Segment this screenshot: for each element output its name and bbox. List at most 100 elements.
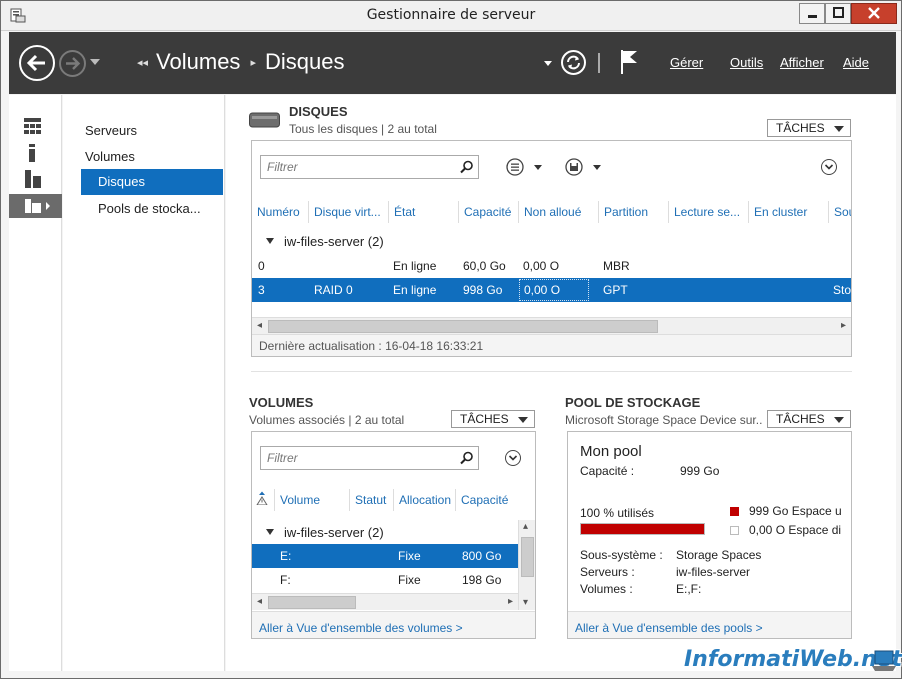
column-header[interactable]: Disque virt...	[308, 201, 388, 223]
scroll-left-icon[interactable]: ◂	[257, 320, 262, 331]
volumes-vertical-scrollbar[interactable]: ▴ ▾	[518, 520, 535, 610]
back-button[interactable]	[19, 45, 55, 81]
volumes-filter-input[interactable]: Filtrer	[260, 446, 479, 470]
disks-list-options-button[interactable]	[506, 158, 548, 176]
scroll-left-icon[interactable]: ◂	[257, 596, 262, 607]
save-icon	[565, 158, 601, 176]
file-storage-icon	[25, 199, 50, 213]
arrow-left-icon	[26, 54, 45, 72]
menu-help[interactable]: Aide	[843, 55, 869, 70]
cell-state: En ligne	[393, 259, 437, 273]
disks-horizontal-scrollbar[interactable]: ◂ ▸	[252, 317, 851, 334]
legend-used-text: 999 Go Espace u	[749, 504, 842, 518]
cell-virtual-disk: RAID 0	[314, 283, 353, 297]
maximize-button[interactable]	[825, 3, 851, 24]
column-header[interactable]: Sou	[828, 201, 851, 223]
scrollbar-thumb[interactable]	[521, 537, 534, 577]
menu-tools[interactable]: Outils	[730, 55, 763, 70]
scroll-right-icon[interactable]: ▸	[841, 320, 846, 331]
volumes-overview-link[interactable]: Aller à Vue d'ensemble des volumes >	[259, 621, 463, 635]
rail-dashboard[interactable]	[9, 115, 62, 139]
cell-capacity: 198 Go	[462, 573, 502, 587]
cell-number: 0	[258, 259, 265, 273]
cell-unallocated: 0,00 O	[519, 279, 589, 301]
volumes-expand-button[interactable]	[505, 450, 521, 466]
scroll-up-icon[interactable]: ▴	[523, 521, 528, 532]
scroll-right-icon[interactable]: ▸	[508, 596, 513, 607]
pool-tasks-button[interactable]: TÂCHES	[767, 410, 851, 428]
column-header[interactable]: Capacité	[455, 489, 517, 511]
minimize-icon	[808, 15, 817, 18]
table-row[interactable]: F: Fixe 198 Go	[252, 568, 518, 592]
legend-used-swatch	[730, 507, 739, 516]
volumes-section-subtitle: Volumes associés | 2 au total	[249, 413, 405, 427]
chevron-down-icon	[508, 455, 518, 461]
pool-usage-text: 100 % utilisés	[580, 506, 655, 520]
column-header[interactable]: Statut	[349, 489, 393, 511]
collapse-triangle-icon	[266, 529, 274, 535]
rail-all-servers[interactable]	[9, 167, 62, 191]
menu-manage[interactable]: Gérer	[670, 55, 703, 70]
column-header[interactable]: Lecture se...	[668, 201, 748, 223]
menu-view[interactable]: Afficher	[780, 55, 824, 70]
close-button[interactable]	[851, 3, 897, 24]
disks-group-header[interactable]: iw-files-server (2)	[266, 234, 384, 249]
volumes-tasks-button[interactable]: TÂCHES	[451, 410, 535, 428]
dropdown-arrow-icon	[518, 417, 528, 423]
warning-sort-icon	[256, 491, 268, 505]
disks-tasks-button[interactable]: TÂCHES	[767, 119, 851, 137]
breadcrumb-disques: Disques	[264, 49, 345, 74]
collapse-triangle-icon	[266, 238, 274, 244]
cell-capacity: 998 Go	[463, 283, 503, 297]
history-dropdown-icon[interactable]	[90, 59, 100, 65]
forward-button[interactable]	[59, 50, 86, 77]
warning-column-header[interactable]	[252, 489, 274, 511]
pools-overview-link[interactable]: Aller à Vue d'ensemble des pools >	[575, 621, 763, 635]
servers-icon	[25, 170, 41, 188]
header-divider	[598, 53, 600, 73]
rail-file-storage-services[interactable]	[9, 194, 62, 218]
cell-state: En ligne	[393, 283, 437, 297]
disks-filter-input[interactable]: Filtrer	[260, 155, 479, 179]
volumes-section-title: VOLUMES	[249, 395, 314, 410]
refresh-button[interactable]	[561, 50, 586, 75]
pool-section-title: POOL DE STOCKAGE	[565, 395, 701, 410]
column-header[interactable]: Volume	[274, 489, 349, 511]
dashboard-grid-icon	[24, 118, 41, 134]
cell-capacity: 60,0 Go	[463, 259, 506, 273]
column-header[interactable]: Numéro	[252, 201, 308, 223]
rail-local-server[interactable]	[9, 141, 62, 165]
column-header[interactable]: Non alloué	[518, 201, 598, 223]
column-header[interactable]: État	[388, 201, 458, 223]
nav-item-volumes[interactable]: Volumes	[80, 144, 222, 170]
nav-item-servers[interactable]: Serveurs	[80, 118, 222, 144]
table-row[interactable]: 0 En ligne 60,0 Go 0,00 O MBR	[252, 254, 851, 278]
volumes-group-header[interactable]: iw-files-server (2)	[266, 525, 384, 540]
disks-expand-button[interactable]	[821, 159, 837, 175]
scroll-down-icon[interactable]: ▾	[523, 597, 528, 608]
cell-partition: GPT	[603, 283, 628, 297]
breadcrumb-volumes[interactable]: Volumes	[156, 49, 240, 75]
minimize-button[interactable]	[799, 3, 825, 24]
column-header[interactable]: Partition	[598, 201, 668, 223]
disks-save-query-button[interactable]	[565, 158, 607, 176]
pool-footer: Aller à Vue d'ensemble des pools >	[568, 611, 851, 638]
table-row-selected[interactable]: 3 RAID 0 En ligne 998 Go 0,00 O GPT Sto	[252, 278, 851, 302]
table-row-selected[interactable]: E: Fixe 800 Go	[252, 544, 518, 568]
pool-volumes-label: Volumes :	[580, 582, 633, 596]
column-header[interactable]: Capacité	[458, 201, 518, 223]
nav-item-storage-pools[interactable]: Pools de stocka...	[81, 196, 223, 222]
close-icon	[868, 7, 880, 19]
scrollbar-thumb[interactable]	[268, 596, 356, 609]
column-header[interactable]: Allocation	[393, 489, 455, 511]
notifications-flag-icon[interactable]	[619, 49, 639, 75]
scrollbar-thumb[interactable]	[268, 320, 658, 333]
breadcrumb-dropdown-icon[interactable]	[544, 61, 552, 66]
column-header[interactable]: En cluster	[748, 201, 828, 223]
maximize-icon	[833, 7, 844, 18]
volumes-horizontal-scrollbar[interactable]: ◂ ▸	[252, 593, 518, 610]
pool-panel: Mon pool Capacité : 999 Go 100 % utilisé…	[567, 431, 852, 639]
navigation-pane: Serveurs Volumes Disques Pools de stocka…	[63, 95, 225, 671]
nav-item-disks[interactable]: Disques	[81, 169, 223, 195]
cell-number: 3	[258, 283, 265, 297]
